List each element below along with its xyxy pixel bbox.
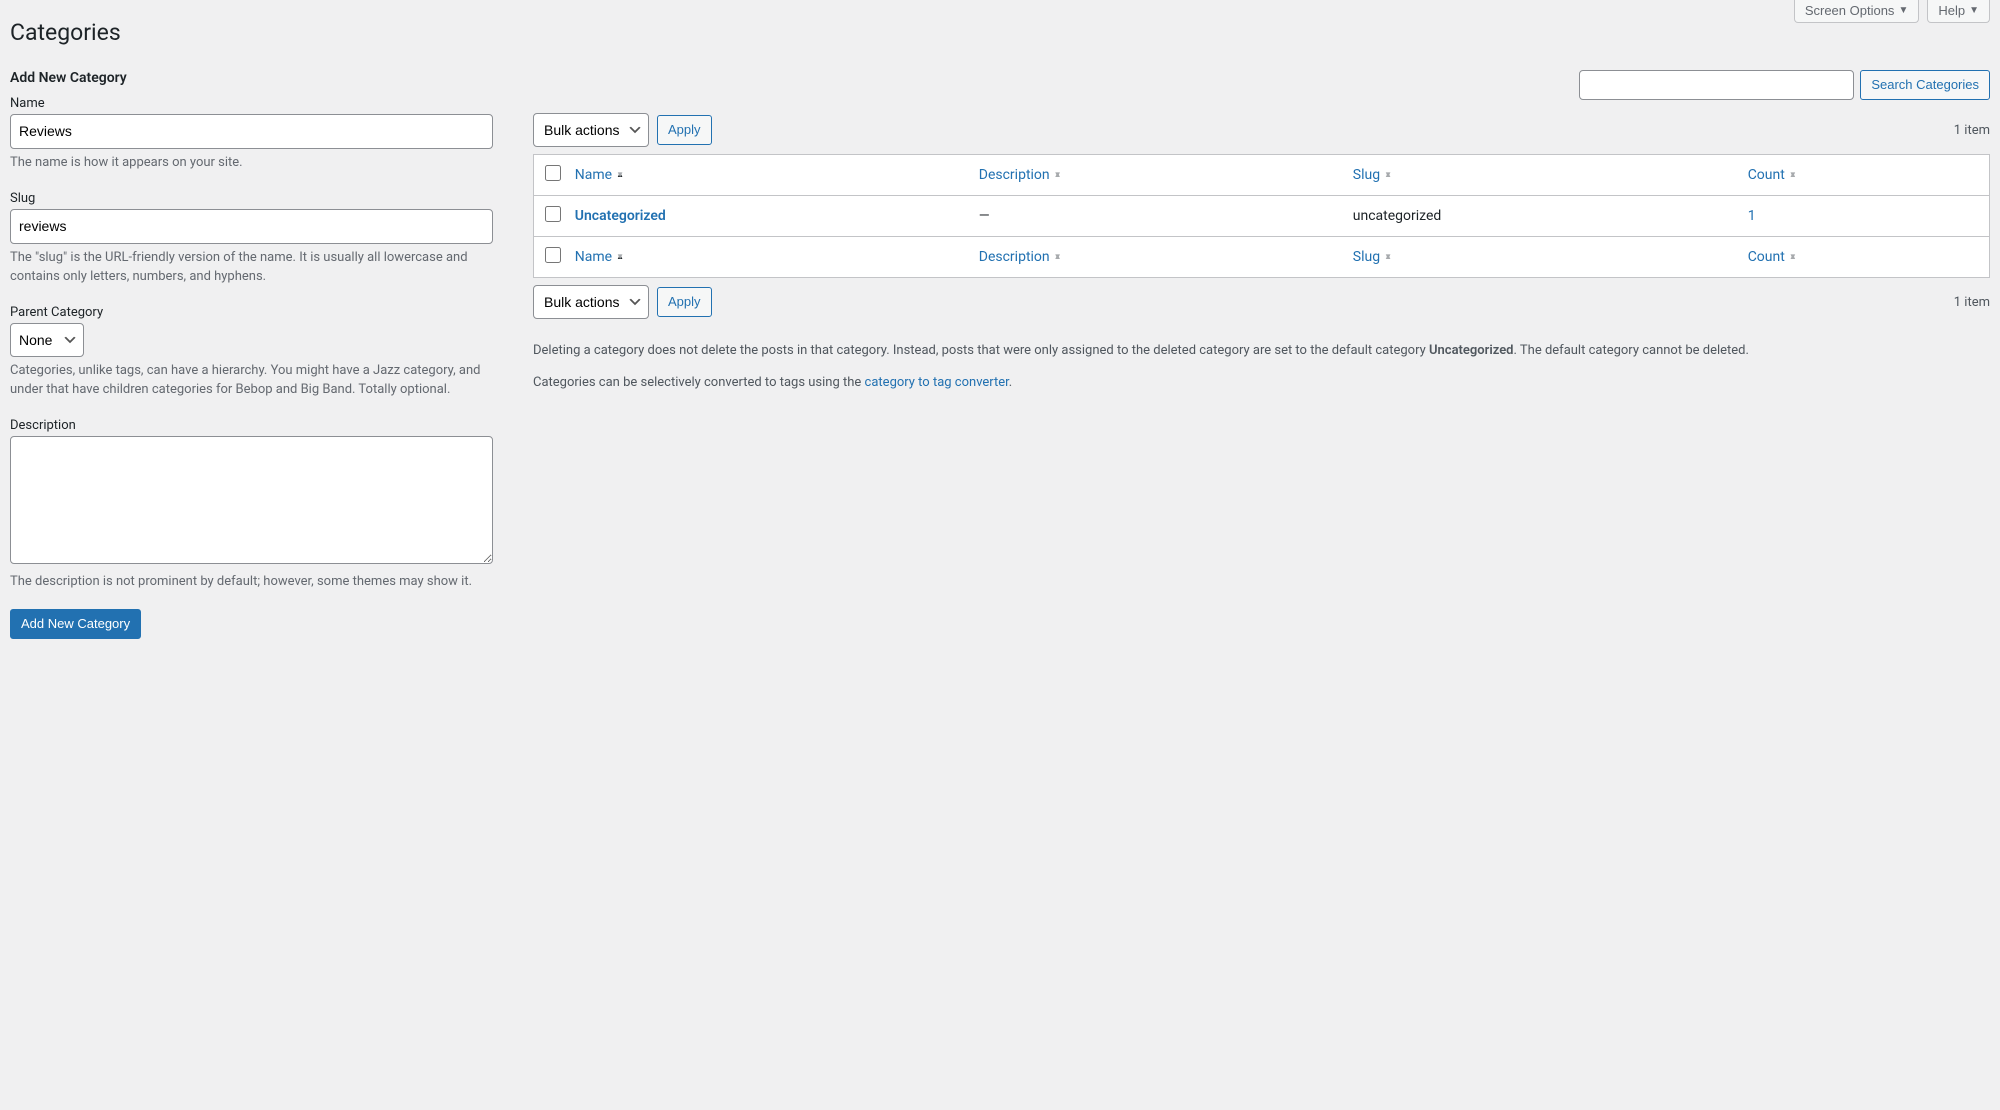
add-category-heading: Add New Category — [10, 70, 493, 86]
parent-label: Parent Category — [10, 305, 493, 320]
categories-table: Name ▲▼ Description ▲▼ Slug ▲▼ — [533, 154, 1990, 278]
pagination-bottom: 1 item — [1954, 295, 1990, 310]
slug-input[interactable] — [10, 209, 493, 244]
category-name-link[interactable]: Uncategorized — [575, 208, 666, 224]
select-all-footer — [534, 236, 565, 277]
parent-help: Categories, unlike tags, can have a hier… — [10, 361, 493, 400]
screen-options-label: Screen Options — [1805, 3, 1895, 18]
table-row: Uncategorized — uncategorized 1 — [534, 196, 1989, 236]
name-help: The name is how it appears on your site. — [10, 153, 493, 173]
column-count-label: Count — [1748, 249, 1785, 265]
category-description: — — [969, 196, 1343, 236]
note-convert-text-2: . — [1009, 375, 1012, 390]
note-delete-text-1: Deleting a category does not delete the … — [533, 343, 1429, 358]
search-button[interactable]: Search Categories — [1860, 70, 1990, 100]
column-description-footer[interactable]: Description ▲▼ — [969, 236, 1343, 277]
add-category-button[interactable]: Add New Category — [10, 609, 141, 639]
chevron-down-icon: ▼ — [1898, 5, 1908, 16]
category-count-link[interactable]: 1 — [1748, 208, 1756, 224]
bulk-actions-select-bottom[interactable]: Bulk actions — [533, 285, 649, 319]
slug-label: Slug — [10, 191, 493, 206]
column-count-footer[interactable]: Count ▲▼ — [1738, 236, 1989, 277]
description-label: Description — [10, 418, 493, 433]
name-input[interactable] — [10, 114, 493, 149]
pagination-top: 1 item — [1954, 123, 1990, 138]
note-delete-text-2: . The default category cannot be deleted… — [1514, 343, 1749, 358]
name-label: Name — [10, 96, 493, 111]
column-slug-label: Slug — [1353, 249, 1380, 265]
bulk-actions-select-top[interactable]: Bulk actions — [533, 113, 649, 147]
column-description-label: Description — [979, 249, 1050, 265]
select-all-checkbox-bottom[interactable] — [545, 247, 561, 263]
search-input[interactable] — [1579, 70, 1854, 100]
column-count-header[interactable]: Count ▲▼ — [1738, 155, 1989, 196]
tag-converter-link[interactable]: category to tag converter — [865, 375, 1009, 390]
column-description-label: Description — [979, 167, 1050, 183]
apply-button-top[interactable]: Apply — [657, 115, 712, 145]
column-name-header[interactable]: Name ▲▼ — [565, 155, 969, 196]
chevron-down-icon: ▼ — [1969, 5, 1979, 16]
column-slug-footer[interactable]: Slug ▲▼ — [1343, 236, 1738, 277]
note-convert-text-1: Categories can be selectively converted … — [533, 375, 865, 390]
apply-button-bottom[interactable]: Apply — [657, 287, 712, 317]
parent-select[interactable]: None — [10, 323, 84, 357]
column-slug-label: Slug — [1353, 167, 1380, 183]
page-title: Categories — [10, 10, 1990, 50]
help-button[interactable]: Help ▼ — [1927, 0, 1990, 23]
select-all-header — [534, 155, 565, 196]
select-all-checkbox-top[interactable] — [545, 165, 561, 181]
column-count-label: Count — [1748, 167, 1785, 183]
category-slug: uncategorized — [1343, 196, 1738, 236]
column-name-label: Name — [575, 167, 612, 183]
row-checkbox[interactable] — [545, 206, 561, 222]
description-input[interactable] — [10, 436, 493, 564]
column-description-header[interactable]: Description ▲▼ — [969, 155, 1343, 196]
category-notes: Deleting a category does not delete the … — [533, 340, 1990, 394]
column-name-footer[interactable]: Name ▲▼ — [565, 236, 969, 277]
slug-help: The "slug" is the URL-friendly version o… — [10, 248, 493, 287]
help-label: Help — [1938, 3, 1965, 18]
screen-options-button[interactable]: Screen Options ▼ — [1794, 0, 1920, 23]
description-help: The description is not prominent by defa… — [10, 572, 493, 592]
column-slug-header[interactable]: Slug ▲▼ — [1343, 155, 1738, 196]
column-name-label: Name — [575, 249, 612, 265]
note-default-category: Uncategorized — [1429, 343, 1514, 358]
